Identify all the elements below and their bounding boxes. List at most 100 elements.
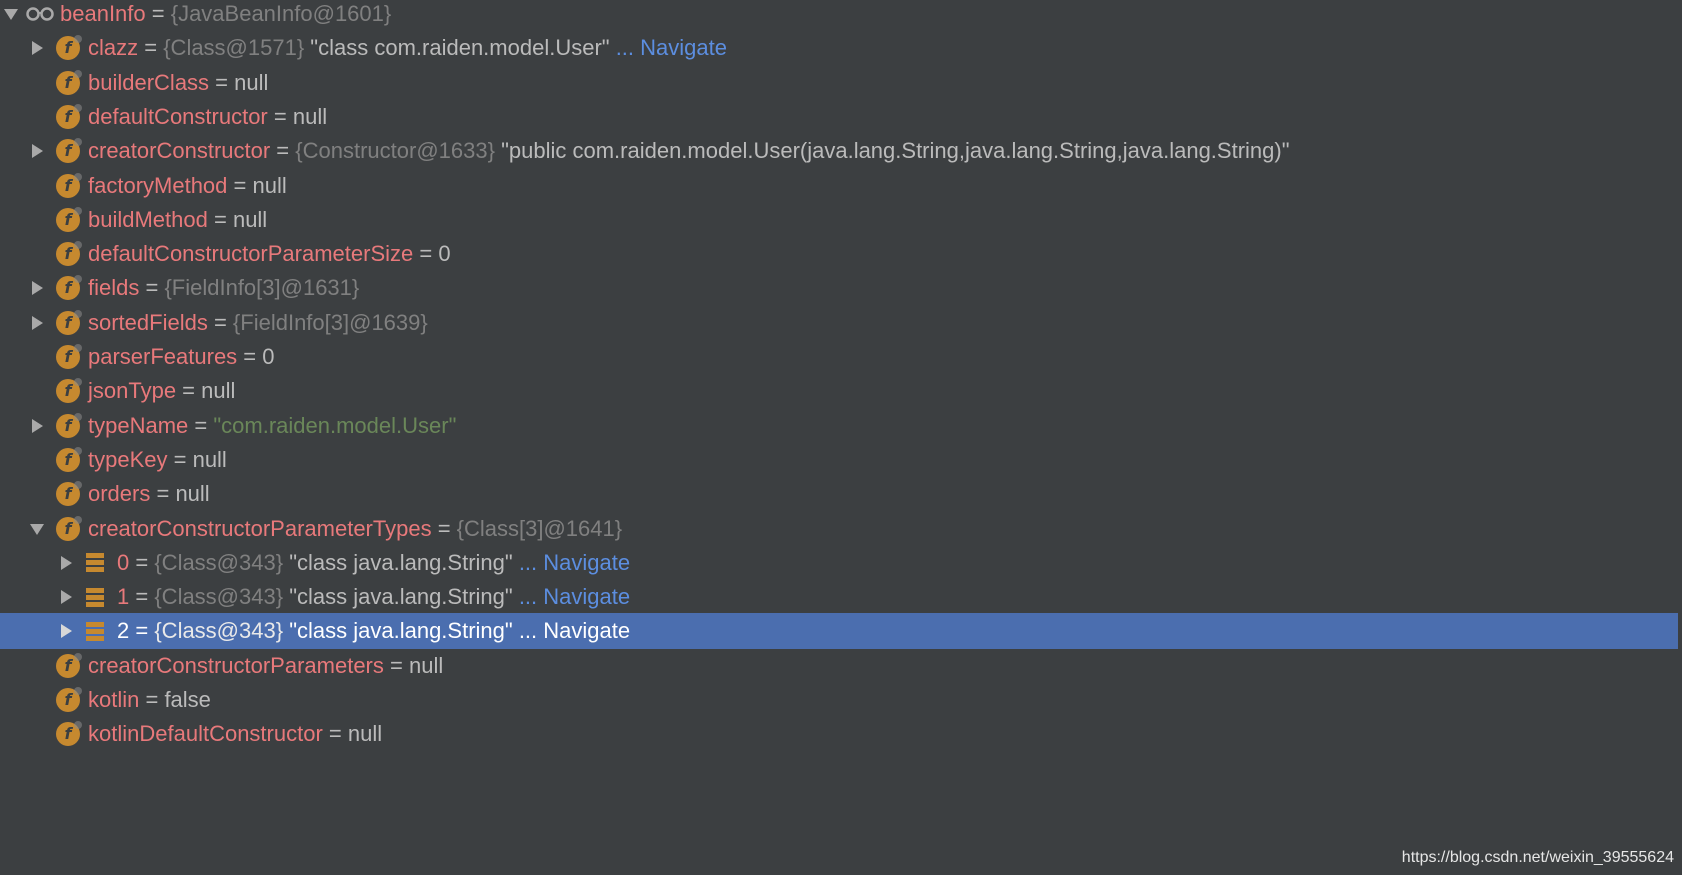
tree-row[interactable]: f kotlin = false: [0, 682, 1678, 718]
field-icon: f: [56, 652, 82, 678]
expand-arrow-right-icon[interactable]: [26, 270, 48, 306]
row-text: orders = null: [88, 476, 210, 512]
variable-name: 2: [117, 618, 130, 644]
tree-row[interactable]: f builderClass = null: [0, 65, 1678, 101]
tree-row[interactable]: f orders = null: [0, 476, 1678, 512]
expand-arrow-down-icon[interactable]: [26, 511, 48, 547]
tree-row[interactable]: f factoryMethod = null: [0, 168, 1678, 204]
navigate-link[interactable]: ... Navigate: [513, 618, 630, 644]
equals-sign: =: [237, 344, 263, 369]
navigate-link[interactable]: ... Navigate: [513, 584, 630, 610]
field-icon: f: [56, 206, 82, 232]
string-value: "class java.lang.String": [283, 584, 513, 610]
equals-sign: =: [129, 618, 155, 644]
array-element-icon: [85, 619, 110, 643]
row-text: creatorConstructor = {Constructor@1633} …: [88, 133, 1290, 169]
expand-arrow-right-icon[interactable]: [26, 305, 48, 341]
field-icon: f: [56, 69, 82, 95]
equals-sign: =: [139, 275, 165, 301]
object-reference: {FieldInfo[3]@1631}: [164, 275, 360, 301]
tree-row[interactable]: f defaultConstructorParameterSize = 0: [0, 236, 1678, 272]
expand-arrow-right-icon[interactable]: [26, 30, 48, 66]
variable-name: parserFeatures: [88, 344, 238, 369]
field-icon: f: [56, 241, 82, 267]
field-icon: f: [56, 481, 82, 507]
variable-name: kotlin: [88, 687, 140, 712]
variable-name: factoryMethod: [88, 172, 228, 198]
primitive-value: null: [292, 103, 328, 129]
tree-row[interactable]: f creatorConstructorParameterTypes = {Cla…: [0, 511, 1678, 547]
row-text: defaultConstructor = null: [88, 99, 327, 135]
tree-row[interactable]: 2 = {Class@343} "class java.lang.String"…: [0, 613, 1678, 650]
field-icon: f: [56, 103, 82, 129]
variable-name: fields: [88, 275, 140, 301]
equals-sign: =: [207, 309, 233, 335]
variable-name: beanInfo: [60, 1, 146, 26]
variable-name: kotlinDefaultConstructor: [88, 721, 323, 747]
primitive-value: 0: [438, 241, 451, 267]
row-text: typeName = "com.raiden.model.User": [88, 408, 456, 444]
row-text: builderClass = null: [88, 65, 268, 101]
variable-name: typeName: [88, 412, 189, 438]
equals-sign: =: [227, 172, 253, 198]
tree-row[interactable]: 1 = {Class@343} "class java.lang.String"…: [0, 579, 1678, 615]
variable-name: creatorConstructor: [88, 138, 271, 164]
row-text: kotlin = false: [88, 682, 211, 718]
string-value: "class java.lang.String": [283, 549, 513, 575]
expand-arrow-right-icon[interactable]: [55, 579, 77, 615]
string-literal: "com.raiden.model.User": [213, 412, 457, 438]
object-reference: {FieldInfo[3]@1639}: [232, 309, 428, 335]
expand-arrow-right-icon[interactable]: [26, 408, 48, 444]
tree-row[interactable]: f sortedFields = {FieldInfo[3]@1639}: [0, 305, 1678, 341]
tree-row[interactable]: f creatorConstructor = {Constructor@1633}…: [0, 133, 1678, 169]
expand-arrow-down-icon[interactable]: [0, 0, 22, 32]
field-icon: f: [56, 172, 82, 198]
primitive-value: false: [164, 687, 211, 712]
array-element-icon: [85, 585, 110, 609]
equals-sign: =: [413, 241, 439, 267]
watermark: https://blog.csdn.net/weixin_39555624: [1401, 849, 1674, 866]
row-text: 2 = {Class@343} "class java.lang.String"…: [117, 613, 630, 649]
tree-row[interactable]: beanInfo = {JavaBeanInfo@1601}: [0, 0, 1678, 32]
navigate-link[interactable]: ... Navigate: [610, 35, 727, 61]
array-element-icon: [85, 551, 110, 575]
tree-row[interactable]: f kotlinDefaultConstructor = null: [0, 716, 1678, 752]
field-icon: f: [56, 515, 82, 541]
row-text: buildMethod = null: [88, 202, 267, 238]
equals-sign: =: [267, 103, 293, 129]
variable-name: sortedFields: [88, 309, 208, 335]
equals-sign: =: [188, 412, 214, 438]
variable-name: typeKey: [88, 446, 168, 472]
primitive-value: null: [192, 446, 227, 472]
equals-sign: =: [138, 35, 164, 61]
tree-row[interactable]: 0 = {Class@343} "class java.lang.String"…: [0, 545, 1678, 581]
row-text: creatorConstructorParameterTypes = {Clas…: [88, 511, 622, 547]
row-text: fields = {FieldInfo[3]@1631}: [88, 270, 359, 306]
expand-arrow-right-icon[interactable]: [55, 613, 77, 649]
variable-name: creatorConstructorParameters: [88, 652, 384, 678]
tree-row[interactable]: f fields = {FieldInfo[3]@1631}: [0, 270, 1678, 306]
equals-sign: =: [145, 1, 171, 26]
tree-row[interactable]: f typeName = "com.raiden.model.User": [0, 408, 1678, 444]
field-icon: f: [56, 721, 82, 747]
variable-name: 1: [117, 584, 130, 610]
row-text: typeKey = null: [88, 442, 227, 478]
tree-row[interactable]: f typeKey = null: [0, 442, 1678, 478]
expand-arrow-right-icon[interactable]: [26, 133, 48, 169]
variable-name: orders: [88, 481, 151, 507]
row-text: creatorConstructorParameters = null: [88, 648, 443, 684]
tree-row[interactable]: f parserFeatures = 0: [0, 339, 1678, 375]
tree-row[interactable]: f jsonType = null: [0, 373, 1678, 409]
equals-sign: =: [176, 378, 202, 404]
navigate-link[interactable]: ... Navigate: [513, 550, 630, 576]
expand-arrow-right-icon[interactable]: [55, 545, 77, 581]
tree-row[interactable]: f defaultConstructor = null: [0, 99, 1678, 135]
object-reference: {Constructor@1633}: [295, 138, 495, 164]
variable-name: builderClass: [88, 69, 210, 95]
string-value: "class com.raiden.model.User": [304, 35, 610, 61]
equals-sign: =: [150, 481, 176, 507]
tree-row[interactable]: f creatorConstructorParameters = null: [0, 648, 1678, 684]
tree-row[interactable]: f clazz = {Class@1571} "class com.raiden.…: [0, 30, 1678, 66]
field-icon: f: [56, 378, 82, 404]
tree-row[interactable]: f buildMethod = null: [0, 202, 1678, 238]
